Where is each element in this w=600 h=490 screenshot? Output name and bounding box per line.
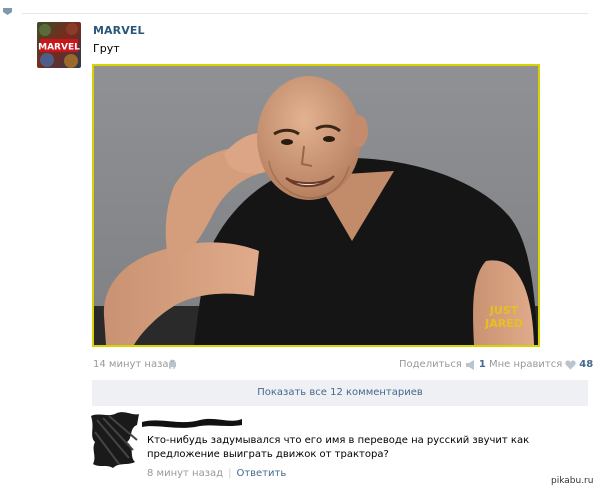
commenter-avatar[interactable]: [89, 410, 141, 470]
heart-icon: [565, 360, 576, 369]
share-label: Поделиться: [399, 359, 462, 370]
share-count: 1: [478, 359, 486, 370]
avatar-logo-text: MARVEL: [38, 43, 80, 53]
author-avatar[interactable]: MARVEL: [37, 22, 81, 68]
commenter-name-redacted: [142, 418, 242, 428]
wall-post: MARVEL MARVEL Грут JUST JARED 14 минут н…: [0, 0, 600, 490]
post-time-link[interactable]: 14 минут назад: [93, 359, 175, 370]
photo-watermark-line1: JUST: [489, 304, 519, 317]
like-button[interactable]: Мне нравится 48: [489, 359, 593, 370]
site-watermark: pikabu.ru: [551, 476, 594, 486]
show-all-comments-button[interactable]: Показать все 12 комментариев: [92, 380, 588, 406]
comment-text: Кто-нибудь задумывался что его имя в пер…: [147, 435, 530, 460]
portrait-image: JUST JARED: [94, 66, 538, 345]
reply-button[interactable]: Ответить: [236, 468, 286, 479]
marvel-logo-icon: MARVEL: [37, 22, 81, 68]
comment-time-link[interactable]: 8 минут назад: [147, 468, 223, 479]
post-photo[interactable]: JUST JARED: [92, 64, 540, 347]
post-text: Грут: [93, 42, 120, 55]
share-button[interactable]: Поделиться 1: [399, 359, 486, 370]
comment-meta: 8 минут назад | Ответить: [147, 468, 286, 479]
android-icon: [169, 359, 176, 369]
triangle-down-icon[interactable]: [3, 7, 12, 16]
megaphone-icon: [465, 359, 474, 370]
feed-divider: [22, 13, 588, 14]
like-label: Мне нравится: [489, 359, 563, 370]
photo-watermark-line2: JARED: [484, 317, 523, 330]
comment-meta-separator: |: [228, 468, 232, 479]
author-name-link[interactable]: MARVEL: [93, 24, 145, 37]
like-count: 48: [579, 359, 594, 370]
